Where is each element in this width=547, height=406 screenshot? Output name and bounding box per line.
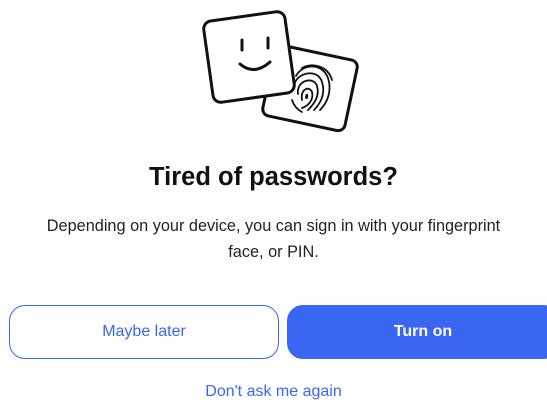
passwordless-prompt: Tired of passwords? Depending on your de… bbox=[0, 0, 547, 406]
prompt-title: Tired of passwords? bbox=[149, 163, 398, 191]
maybe-later-button[interactable]: Maybe later bbox=[9, 305, 279, 359]
description-line-2: face, or PIN. bbox=[228, 243, 319, 261]
dont-ask-again-link[interactable]: Don't ask me again bbox=[0, 383, 547, 401]
description-line-1: Depending on your device, you can sign i… bbox=[46, 217, 501, 235]
smiley-face-card-icon bbox=[202, 10, 296, 104]
passwordless-illustration bbox=[202, 10, 359, 133]
turn-on-button[interactable]: Turn on bbox=[287, 305, 547, 359]
prompt-description: Depending on your device, you can sign i… bbox=[0, 213, 547, 265]
